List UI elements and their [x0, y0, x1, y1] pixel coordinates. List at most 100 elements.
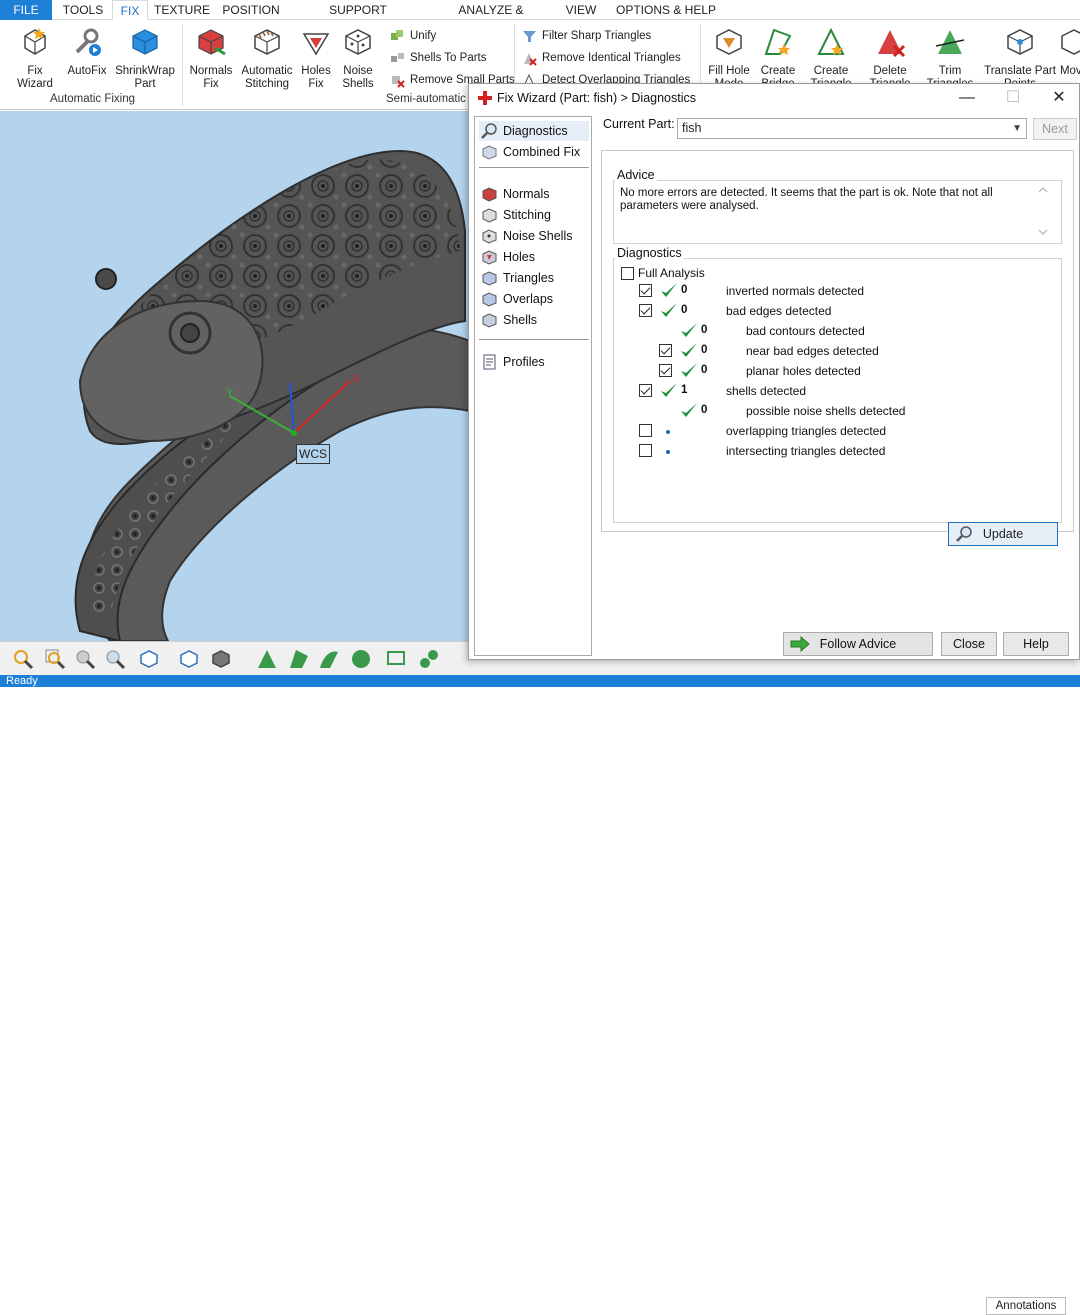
- axis-y-label: Y: [226, 387, 234, 399]
- nav-item-diagnostics[interactable]: Diagnostics: [479, 121, 589, 141]
- tab-file[interactable]: FILE: [0, 0, 52, 20]
- holes-fix-button[interactable]: Holes Fix: [296, 26, 336, 91]
- dialog-title: Fix Wizard (Part: fish) > Diagnostics: [497, 91, 697, 105]
- fill-hole-icon: [716, 29, 742, 55]
- ribbon-tab-bar: FILE TOOLS FIX TEXTURE POSITION SUPPORT …: [0, 0, 1080, 37]
- zoom-fit-icon[interactable]: [104, 648, 126, 670]
- fix-wizard-button[interactable]: Fix Wizard: [10, 26, 60, 91]
- diagnostic-checkbox[interactable]: [659, 364, 672, 377]
- shells-to-parts-button[interactable]: Shells To Parts: [390, 48, 487, 68]
- stitching-label-2: Stitching: [244, 78, 290, 90]
- noise-shells-button[interactable]: Noise Shells: [338, 26, 378, 91]
- create-bridge-button[interactable]: Create Bridge: [754, 26, 802, 91]
- nav-item-shells[interactable]: Shells: [479, 310, 589, 330]
- diagnostic-checkbox[interactable]: [639, 284, 652, 297]
- select-plane-icon[interactable]: [350, 648, 372, 670]
- chevron-down-icon: ▼: [1012, 123, 1022, 134]
- unify-button[interactable]: Unify: [390, 26, 436, 46]
- view-front-icon[interactable]: [178, 648, 200, 670]
- noise-shells-icon: [345, 29, 371, 55]
- diagnostic-checkbox[interactable]: [659, 344, 672, 357]
- shaded-view-icon[interactable]: [210, 648, 232, 670]
- shells-icon: [482, 313, 497, 328]
- remove-identical-triangles-button[interactable]: Remove Identical Triangles: [522, 48, 681, 68]
- diagnostic-checkbox[interactable]: [639, 444, 652, 457]
- tab-fix[interactable]: FIX: [112, 0, 148, 20]
- follow-advice-button[interactable]: Follow Advice: [783, 632, 933, 656]
- tab-texture[interactable]: TEXTURE: [152, 0, 212, 20]
- filter-sharp-triangles-button[interactable]: Filter Sharp Triangles: [522, 26, 651, 46]
- arrow-right-icon: [790, 636, 810, 652]
- select-surface-icon[interactable]: [288, 648, 310, 670]
- fix-wizard-dialog: Fix Wizard (Part: fish) > Diagnostics — …: [468, 83, 1080, 660]
- tab-analyze-report[interactable]: ANALYZE & REPORT: [434, 0, 548, 37]
- create-triangle-button[interactable]: Create Triangle: [806, 26, 856, 91]
- full-analysis-checkbox[interactable]: [621, 267, 634, 280]
- noise-shells-icon: [482, 229, 497, 244]
- 3d-viewport[interactable]: X Y WCS: [0, 111, 470, 641]
- tab-tools[interactable]: TOOLS: [56, 0, 110, 20]
- minimize-button[interactable]: —: [947, 86, 987, 110]
- update-label: Update: [982, 527, 1024, 541]
- maximize-button[interactable]: ☐: [993, 86, 1033, 110]
- check-icon: [681, 403, 697, 417]
- close-window-button[interactable]: ✕: [1039, 86, 1079, 110]
- view-cube-icon[interactable]: [138, 648, 160, 670]
- advice-legend: Advice: [615, 168, 657, 182]
- nav-separator: [479, 339, 589, 340]
- nav-item-profiles[interactable]: Profiles: [479, 352, 589, 372]
- nav-item-holes[interactable]: Holes: [479, 247, 589, 267]
- tab-options-help[interactable]: OPTIONS & HELP: [614, 0, 718, 20]
- normals-fix-button[interactable]: Normals Fix: [186, 26, 236, 91]
- shells-to-parts-label: Shells To Parts: [410, 52, 487, 64]
- next-button[interactable]: Next: [1033, 118, 1077, 140]
- create-triangle-label-1: Create: [813, 65, 849, 77]
- zoom-window-icon[interactable]: [44, 648, 66, 670]
- normals-fix-label-1: Normals: [189, 65, 233, 77]
- stitching-icon: [482, 208, 497, 223]
- stitching-icon: [254, 29, 280, 55]
- tab-support-generation[interactable]: SUPPORT GENERATION: [290, 0, 426, 37]
- diagnostics-frame: Advice No more errors are detected. It s…: [601, 150, 1074, 546]
- diagnostic-checkbox[interactable]: [639, 424, 652, 437]
- magnifier-icon: [481, 123, 497, 139]
- update-button[interactable]: Update: [948, 522, 1058, 546]
- nav-label: Shells: [503, 313, 538, 327]
- lasso-icon[interactable]: [386, 648, 408, 670]
- fill-hole-mode-button[interactable]: Fill Hole Mode: [704, 26, 754, 91]
- shrinkwrap-icon: [132, 29, 158, 55]
- shrinkwrap-label-2: Part: [134, 78, 156, 90]
- current-part-select[interactable]: fish ▼: [677, 118, 1027, 139]
- help-button[interactable]: Help: [1003, 632, 1069, 656]
- delete-triangle-button[interactable]: Delete Triangle: [864, 26, 916, 91]
- brush-select-icon[interactable]: [418, 648, 440, 670]
- annotations-button[interactable]: Annotations: [986, 1297, 1066, 1315]
- move-button[interactable]: Move: [1054, 26, 1080, 78]
- close-button[interactable]: Close: [941, 632, 997, 656]
- group-separator: [182, 24, 183, 106]
- select-shell-icon[interactable]: [318, 648, 340, 670]
- nav-item-noise-shells[interactable]: Noise Shells: [479, 226, 589, 246]
- dialog-title-bar[interactable]: Fix Wizard (Part: fish) > Diagnostics — …: [469, 84, 1079, 112]
- trim-triangles-button[interactable]: Trim Triangles: [924, 26, 976, 91]
- shrinkwrap-part-button[interactable]: ShrinkWrap Part: [112, 26, 178, 91]
- diagnostic-checkbox[interactable]: [639, 384, 652, 397]
- diagnostic-label: bad edges detected: [726, 304, 832, 318]
- pan-icon[interactable]: [74, 648, 96, 670]
- select-triangle-icon[interactable]: [256, 648, 278, 670]
- zoom-icon[interactable]: [12, 648, 34, 670]
- tab-view[interactable]: VIEW: [560, 0, 602, 20]
- nav-item-stitching[interactable]: Stitching: [479, 205, 589, 225]
- advice-scrollbar[interactable]: [1036, 186, 1050, 236]
- nav-item-overlaps[interactable]: Overlaps: [479, 289, 589, 309]
- translate-part-points-button[interactable]: Translate Part Points: [982, 26, 1058, 91]
- holes-fix-label-1: Holes: [301, 65, 331, 77]
- nav-item-combined-fix[interactable]: Combined Fix: [479, 142, 589, 162]
- nav-item-normals[interactable]: Normals: [479, 184, 589, 204]
- tab-position[interactable]: POSITION: [220, 0, 282, 20]
- nav-label: Combined Fix: [503, 145, 581, 159]
- nav-item-triangles[interactable]: Triangles: [479, 268, 589, 288]
- autofix-button[interactable]: AutoFix: [62, 26, 112, 78]
- diagnostic-checkbox[interactable]: [639, 304, 652, 317]
- automatic-stitching-button[interactable]: Automatic Stitching: [238, 26, 296, 91]
